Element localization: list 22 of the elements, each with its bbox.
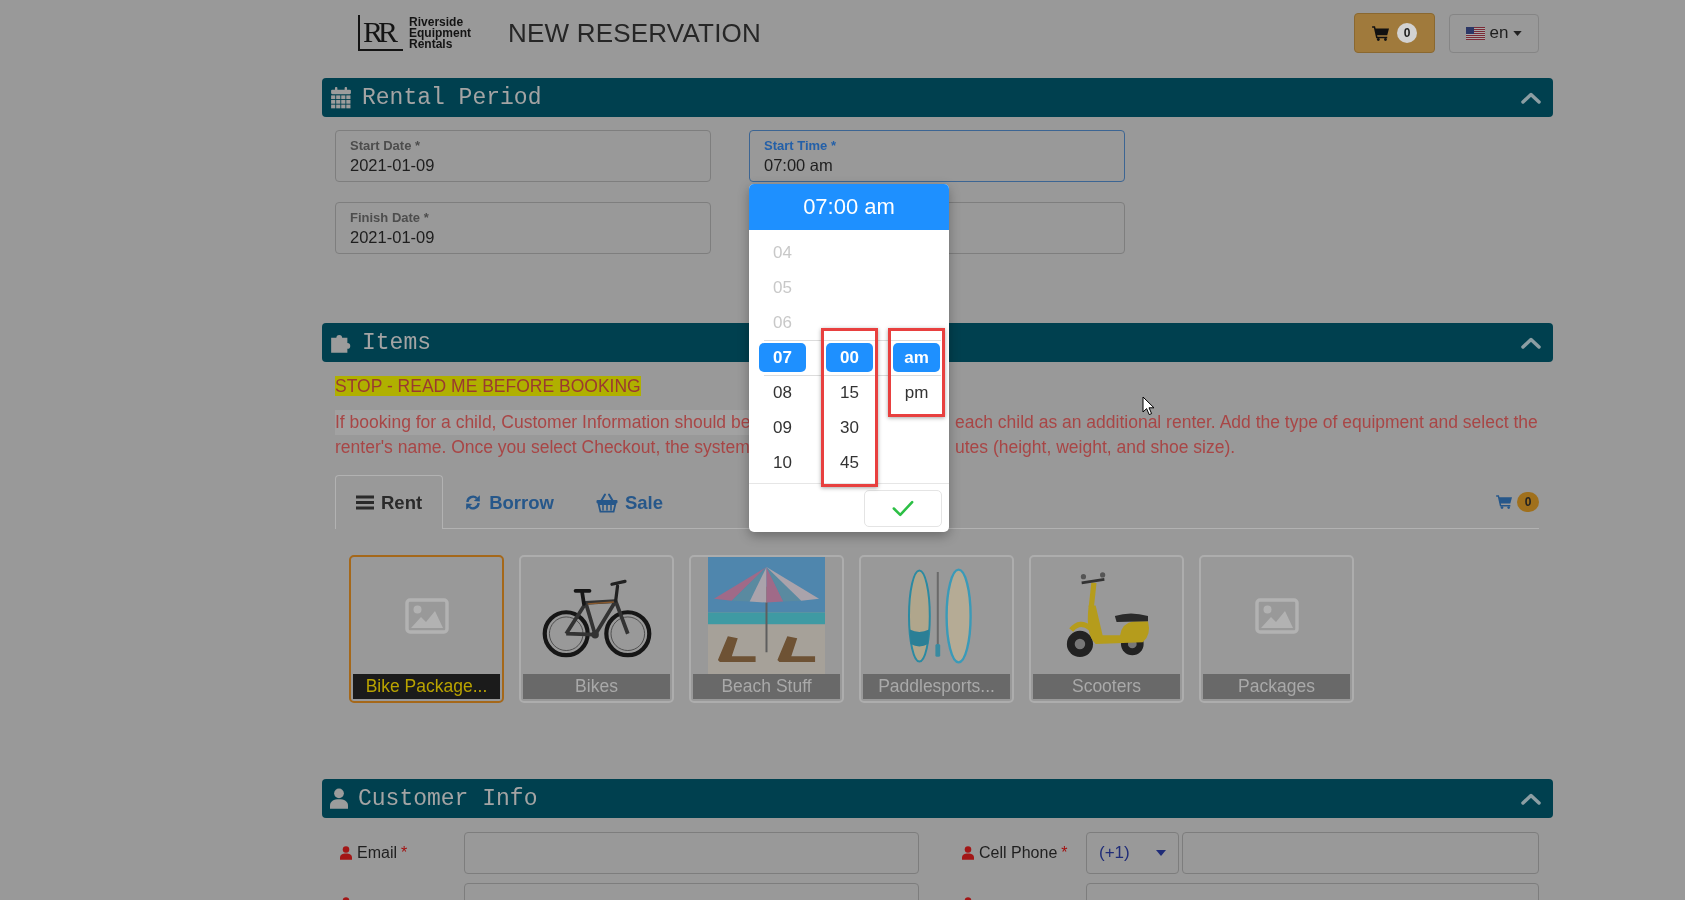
page-title: NEW RESERVATION xyxy=(508,17,761,49)
notice-text: If booking for a child, Customer Information should be xyxy=(335,410,751,435)
tile-label: Beach Stuff xyxy=(693,674,840,699)
tile-label: Scooters xyxy=(1033,674,1180,699)
warning-heading: STOP - READ ME BEFORE BOOKING xyxy=(335,376,641,396)
notice-text: renter's name. Once you select Checkout, the system xyxy=(335,436,750,459)
field-label: Cell Phone * xyxy=(979,844,1068,862)
notice-text: utes (height, weight, and shoe size). xyxy=(955,436,1236,459)
count-badge: 0 xyxy=(1517,491,1539,512)
field-label: Email * xyxy=(357,844,408,862)
section-title: Items xyxy=(362,329,431,356)
notice-text: each child as an additional renter. Add the type of equipment and select the xyxy=(955,411,1538,434)
tile-label: Paddlesports... xyxy=(863,674,1010,699)
section-title: Customer Info xyxy=(358,785,538,812)
tile-label: Packages xyxy=(1203,674,1350,699)
count-badge: 0 xyxy=(1397,23,1417,43)
section-title: Rental Period xyxy=(362,84,542,111)
logo-text: Riverside Equipment Rentals xyxy=(409,16,472,50)
tile-label: Bike Package... xyxy=(353,674,500,699)
logo-monogram: RR xyxy=(358,15,404,51)
selected-time-display: 07:00 am xyxy=(749,184,949,230)
tile-label: Bikes xyxy=(523,674,670,699)
